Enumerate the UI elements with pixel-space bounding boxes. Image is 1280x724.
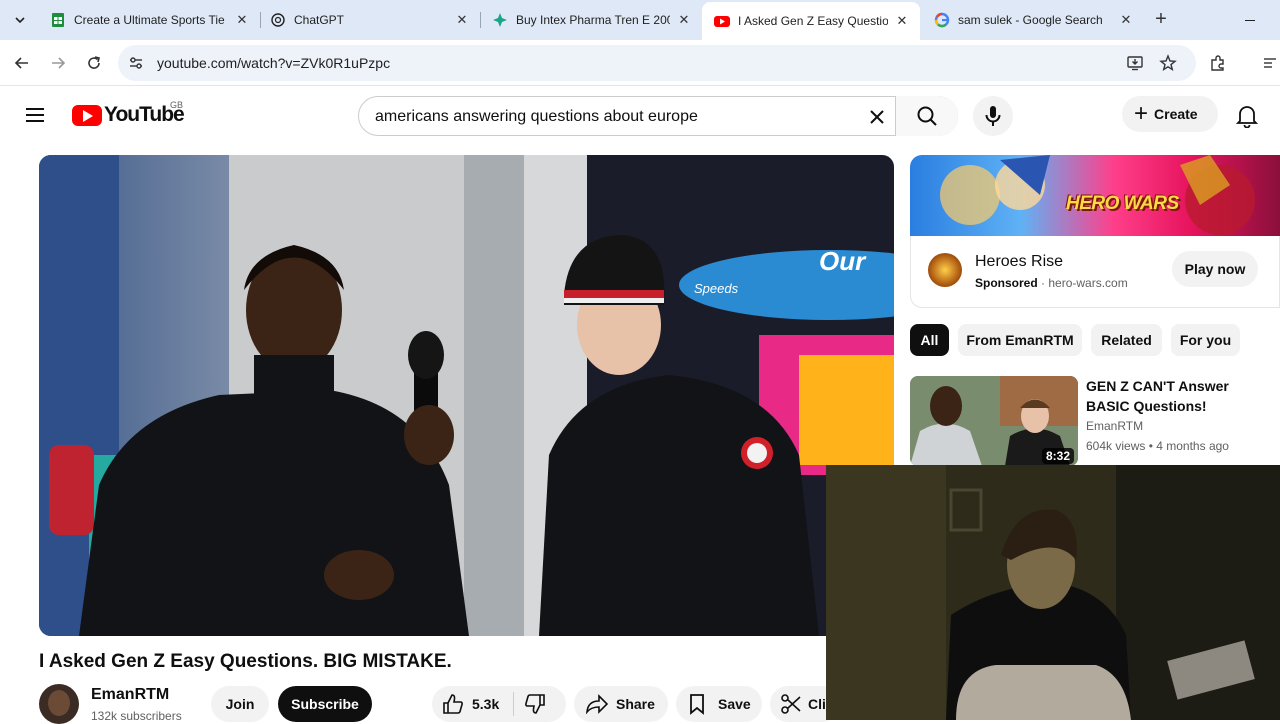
voice-search-button[interactable] xyxy=(973,96,1013,136)
save-label: Save xyxy=(718,696,751,712)
play-now-button[interactable]: Play now xyxy=(1172,251,1258,287)
thumbs-down-icon[interactable] xyxy=(524,693,546,715)
youtube-logo[interactable]: YouTube GB xyxy=(72,100,185,126)
video-title: I Asked Gen Z Easy Questions. BIG MISTAK… xyxy=(39,651,452,672)
forward-button[interactable] xyxy=(47,52,69,74)
youtube-icon xyxy=(714,13,730,29)
minimize-button[interactable] xyxy=(1242,12,1258,28)
reload-icon xyxy=(88,56,100,69)
sheets-icon xyxy=(50,12,66,28)
join-label: Join xyxy=(225,696,255,712)
create-button[interactable]: + Create xyxy=(1122,96,1218,132)
upload-age: 4 months ago xyxy=(1156,439,1229,453)
scissors-icon xyxy=(780,693,802,715)
menu-icon[interactable] xyxy=(24,106,48,124)
address-bar[interactable]: youtube.com/watch?v=ZVk0R1uPzpc xyxy=(118,45,1196,81)
extensions-icon[interactable] xyxy=(1207,52,1229,74)
bookmark-icon xyxy=(686,693,708,715)
tab-title: sam sulek - Google Search xyxy=(958,13,1103,27)
clip-label: Cli xyxy=(808,696,826,712)
close-icon[interactable]: ✕ xyxy=(676,12,692,28)
tab-sheets[interactable]: Create a Ultimate Sports Tie ✕ xyxy=(38,6,260,34)
reading-list-icon[interactable] xyxy=(1260,52,1280,74)
tab-strip: Create a Ultimate Sports Tie ✕ ChatGPT ✕… xyxy=(0,0,1280,40)
like-count[interactable]: 5.3k xyxy=(472,696,499,712)
plus-icon: + xyxy=(1134,100,1149,127)
webcam-overlay xyxy=(826,465,1280,720)
channel-name[interactable]: EmanRTM xyxy=(91,686,169,704)
ad-title[interactable]: Heroes Rise xyxy=(975,253,1063,271)
chatgpt-icon xyxy=(270,12,286,28)
chip-for-you[interactable]: For you xyxy=(1171,324,1240,356)
site-info-icon[interactable] xyxy=(126,53,146,73)
scene-sign-text-2: Speeds xyxy=(694,281,739,296)
search-box[interactable]: americans answering questions about euro… xyxy=(358,96,958,136)
ad-meta: Sponsored · hero-wars.com xyxy=(975,276,1128,290)
subscribe-button[interactable]: Subscribe xyxy=(278,686,372,722)
like-dislike-group: 5.3k xyxy=(432,686,566,722)
leaf-icon xyxy=(492,12,508,28)
new-tab-button[interactable]: + xyxy=(1150,9,1172,31)
subscriber-count: 132k subscribers xyxy=(91,709,182,723)
chevron-down-icon xyxy=(15,17,25,24)
join-button[interactable]: Join xyxy=(211,686,269,722)
bookmark-star-icon[interactable] xyxy=(1157,52,1179,74)
url-text: youtube.com/watch?v=ZVk0R1uPzpc xyxy=(157,55,391,71)
close-icon[interactable]: ✕ xyxy=(1118,12,1134,28)
youtube-masthead: YouTube GB americans answering questions… xyxy=(0,86,1280,144)
close-icon[interactable]: ✕ xyxy=(894,13,910,29)
search-input[interactable]: americans answering questions about euro… xyxy=(375,108,698,126)
tab-intex[interactable]: Buy Intex Pharma Tren E 200 ✕ xyxy=(480,6,702,34)
clear-search-icon[interactable] xyxy=(865,105,889,129)
recommendation-meta: 604k views • 4 months ago xyxy=(1086,439,1229,453)
ad-banner-logo-text: HERO WARS xyxy=(1066,193,1179,214)
advertiser-icon[interactable] xyxy=(928,253,962,287)
notifications-bell-icon[interactable] xyxy=(1234,103,1260,129)
arrow-right-icon xyxy=(52,57,66,69)
subscribe-label: Subscribe xyxy=(291,696,359,712)
browser-toolbar: youtube.com/watch?v=ZVk0R1uPzpc xyxy=(0,40,1280,86)
channel-avatar[interactable] xyxy=(39,684,79,724)
search-icon xyxy=(917,106,937,126)
arrow-left-icon xyxy=(14,57,28,69)
share-label: Share xyxy=(616,696,655,712)
video-duration-badge: 8:32 xyxy=(1042,448,1075,464)
tab-search-button[interactable] xyxy=(8,8,32,32)
region-code: GB xyxy=(170,100,184,110)
thumbs-up-icon[interactable] xyxy=(442,693,464,715)
tab-chatgpt[interactable]: ChatGPT ✕ xyxy=(258,6,480,34)
chip-from-channel[interactable]: From EmanRTM xyxy=(958,324,1082,356)
share-icon xyxy=(586,693,608,715)
webcam-feed xyxy=(826,465,1280,720)
view-count: 604k views xyxy=(1086,439,1146,453)
tab-youtube-active[interactable]: I Asked Gen Z Easy Question ✕ xyxy=(702,2,920,40)
create-label: Create xyxy=(1154,106,1198,122)
ad-domain: hero-wars.com xyxy=(1048,276,1128,290)
back-button[interactable] xyxy=(11,52,33,74)
tab-title: Create a Ultimate Sports Tie xyxy=(74,13,225,27)
save-button[interactable]: Save xyxy=(676,686,762,722)
tab-title: ChatGPT xyxy=(294,13,345,27)
divider xyxy=(513,692,515,716)
reload-button[interactable] xyxy=(83,52,105,74)
share-button[interactable]: Share xyxy=(574,686,668,722)
video-player[interactable]: Our Speeds xyxy=(39,155,894,636)
tab-google[interactable]: sam sulek - Google Search ✕ xyxy=(922,6,1144,34)
scene-sign-text: Our xyxy=(819,246,867,276)
install-app-icon[interactable] xyxy=(1124,52,1146,74)
recommendation-channel[interactable]: EmanRTM xyxy=(1086,419,1143,433)
recommendation-title[interactable]: GEN Z CAN'T Answer BASIC Questions! xyxy=(1086,376,1276,416)
youtube-play-icon xyxy=(72,104,102,126)
video-frame: Our Speeds xyxy=(39,155,894,636)
tab-title: Buy Intex Pharma Tren E 200 xyxy=(516,13,670,27)
chip-related[interactable]: Related xyxy=(1091,324,1162,356)
microphone-icon xyxy=(985,106,1001,126)
close-icon[interactable]: ✕ xyxy=(234,12,250,28)
google-icon xyxy=(934,12,950,28)
sponsored-label: Sponsored xyxy=(975,276,1038,290)
tab-title: I Asked Gen Z Easy Question xyxy=(738,14,888,28)
chip-all[interactable]: All xyxy=(910,324,949,356)
search-button[interactable] xyxy=(895,96,958,136)
close-icon[interactable]: ✕ xyxy=(454,12,470,28)
